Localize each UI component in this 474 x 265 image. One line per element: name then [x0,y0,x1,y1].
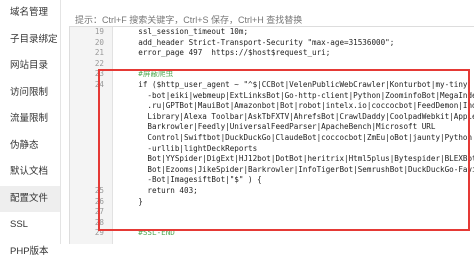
sidebar-item[interactable]: 流量限制 [0,106,60,133]
code-line: Barkrowler|Feedly|UniversalFeedParser|Ap… [70,122,474,133]
code-line: .ru|GPTBot|MauiBot|Amazonbot|Bot|robot|i… [70,101,474,112]
code-line: -Bot|ImagesiftBot|"$" ) { [70,175,474,186]
code-line: 19 ssl_session_timeout 10m; [70,27,474,38]
code-text: ssl_session_timeout 10m; [120,27,248,38]
code-line: 28 [70,218,474,229]
sidebar-item[interactable]: 网站目录 [0,53,60,80]
code-line: 26 } [70,197,474,208]
code-editor[interactable]: 19 ssl_session_timeout 10m;20 add_header… [69,26,474,244]
line-number: 28 [70,218,104,229]
line-number: 24 [70,80,104,91]
sidebar-item[interactable]: 默认文档 [0,159,60,186]
line-number: 20 [70,38,104,49]
code-text: if ($http_user_agent ~ "^$|CCBot|VelenPu… [120,80,467,91]
code-line: Library|Alexa Toolbar|AskTbFXTV|AhrefsBo… [70,112,474,123]
code-text: error_page 497 https://$host$request_uri… [120,48,330,59]
code-line: 29 #SSL-END [70,228,474,239]
code-line: 20 add_header Strict-Transport-Security … [70,38,474,49]
line-number: 26 [70,197,104,208]
line-number: 29 [70,228,104,239]
code-text: #屏蔽爬虫 [120,69,173,80]
code-line: Control|Swiftbot|DuckDuckGo|ClaudeBot|co… [70,133,474,144]
code-text: Bot|YYSpider|DigExt|HJ12bot|DotBot|herit… [120,154,474,165]
sidebar-item[interactable]: SSL [0,212,60,239]
line-number: 23 [70,69,104,80]
line-number: 22 [70,59,104,70]
code-text: Bot|Ezooms|JikeSpider|Barkrowler|InfoTig… [120,165,474,176]
line-number: 21 [70,48,104,59]
sidebar: 域名管理子目录绑定网站目录访问限制流量限制伪静态默认文档配置文件SSLPHP版本 [0,0,61,244]
code-text: -urllib|lightDeckReports [120,144,257,155]
code-line: Bot|YYSpider|DigExt|HJ12bot|DotBot|herit… [70,154,474,165]
code-lines[interactable]: 19 ssl_session_timeout 10m;20 add_header… [70,27,474,239]
code-line: -urllib|lightDeckReports [70,144,474,155]
code-text: } [120,197,143,208]
sidebar-item[interactable]: 配置文件 [0,186,60,213]
code-text: Library|Alexa Toolbar|AskTbFXTV|AhrefsBo… [120,112,474,123]
line-number: 25 [70,186,104,197]
code-line: 23 #屏蔽爬虫 [70,69,474,80]
code-line: -bot|eiki|webmeup|ExtLinksBot|Go-http-cl… [70,91,474,102]
code-text: .ru|GPTBot|MauiBot|Amazonbot|Bot|robot|i… [120,101,474,112]
main-panel: 提示：Ctrl+F 搜索关键字，Ctrl+S 保存，Ctrl+H 查找替换 19… [61,0,474,244]
code-line: 27 [70,207,474,218]
code-text: return 403; [120,186,198,197]
sidebar-item[interactable]: 域名管理 [0,0,60,27]
code-line: 21 error_page 497 https://$host$request_… [70,48,474,59]
sidebar-item[interactable]: 访问限制 [0,80,60,107]
code-text: #SSL-END [120,228,175,239]
code-line: Bot|Ezooms|JikeSpider|Barkrowler|InfoTig… [70,165,474,176]
sidebar-item[interactable]: 伪静态 [0,133,60,160]
code-text: Barkrowler|Feedly|UniversalFeedParser|Ap… [120,122,435,133]
line-number: 27 [70,207,104,218]
code-text: -Bot|ImagesiftBot|"$" ) { [120,175,262,186]
code-text: add_header Strict-Transport-Security "ma… [120,38,394,49]
code-line: 25 return 403; [70,186,474,197]
code-text: Control|Swiftbot|DuckDuckGo|ClaudeBot|co… [120,133,472,144]
code-line: 24 if ($http_user_agent ~ "^$|CCBot|Vele… [70,80,474,91]
code-line: 22 [70,59,474,70]
code-text: -bot|eiki|webmeup|ExtLinksBot|Go-http-cl… [120,91,474,102]
sidebar-item[interactable]: PHP版本 [0,239,60,265]
editor-hint: 提示：Ctrl+F 搜索关键字，Ctrl+S 保存，Ctrl+H 查找替换 [75,13,302,26]
sidebar-item[interactable]: 子目录绑定 [0,27,60,54]
line-number: 19 [70,27,104,38]
